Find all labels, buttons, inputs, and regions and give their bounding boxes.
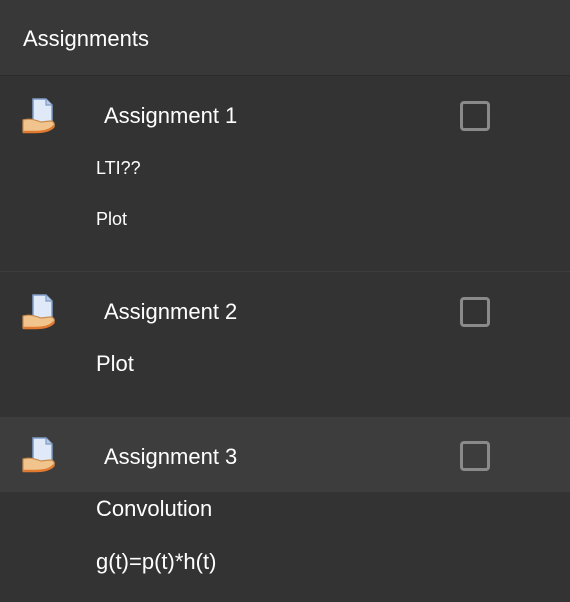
assignment-title[interactable]: Assignment 1 [104, 103, 237, 129]
header-bar: Assignments [0, 0, 570, 76]
page-title: Assignments [23, 26, 149, 51]
assignment-item: Assignment 3 Convolution g(t)=p(t)*h(t) [0, 418, 570, 602]
description-line: Plot [96, 209, 128, 229]
assignment-icon [22, 294, 55, 330]
assignment-icon [22, 437, 55, 473]
assignment-title[interactable]: Assignment 2 [104, 299, 237, 325]
description-line: Convolution [96, 496, 213, 521]
assignment-item: Assignment 1 LTI?? Plot [0, 76, 570, 272]
description-line: LTI?? [96, 158, 141, 178]
description-line: g(t)=p(t)*h(t) [96, 549, 217, 574]
description-line: Plot [96, 351, 134, 376]
completion-checkbox[interactable] [460, 441, 490, 471]
assignment-icon [22, 98, 55, 134]
assignment-item: Assignment 2 Plot [0, 272, 570, 418]
completion-checkbox[interactable] [460, 297, 490, 327]
assignment-title[interactable]: Assignment 3 [104, 444, 237, 470]
assignments-screen: Assignments Assignment 1 LTI?? Plot Assi… [0, 0, 570, 602]
completion-checkbox[interactable] [460, 101, 490, 131]
